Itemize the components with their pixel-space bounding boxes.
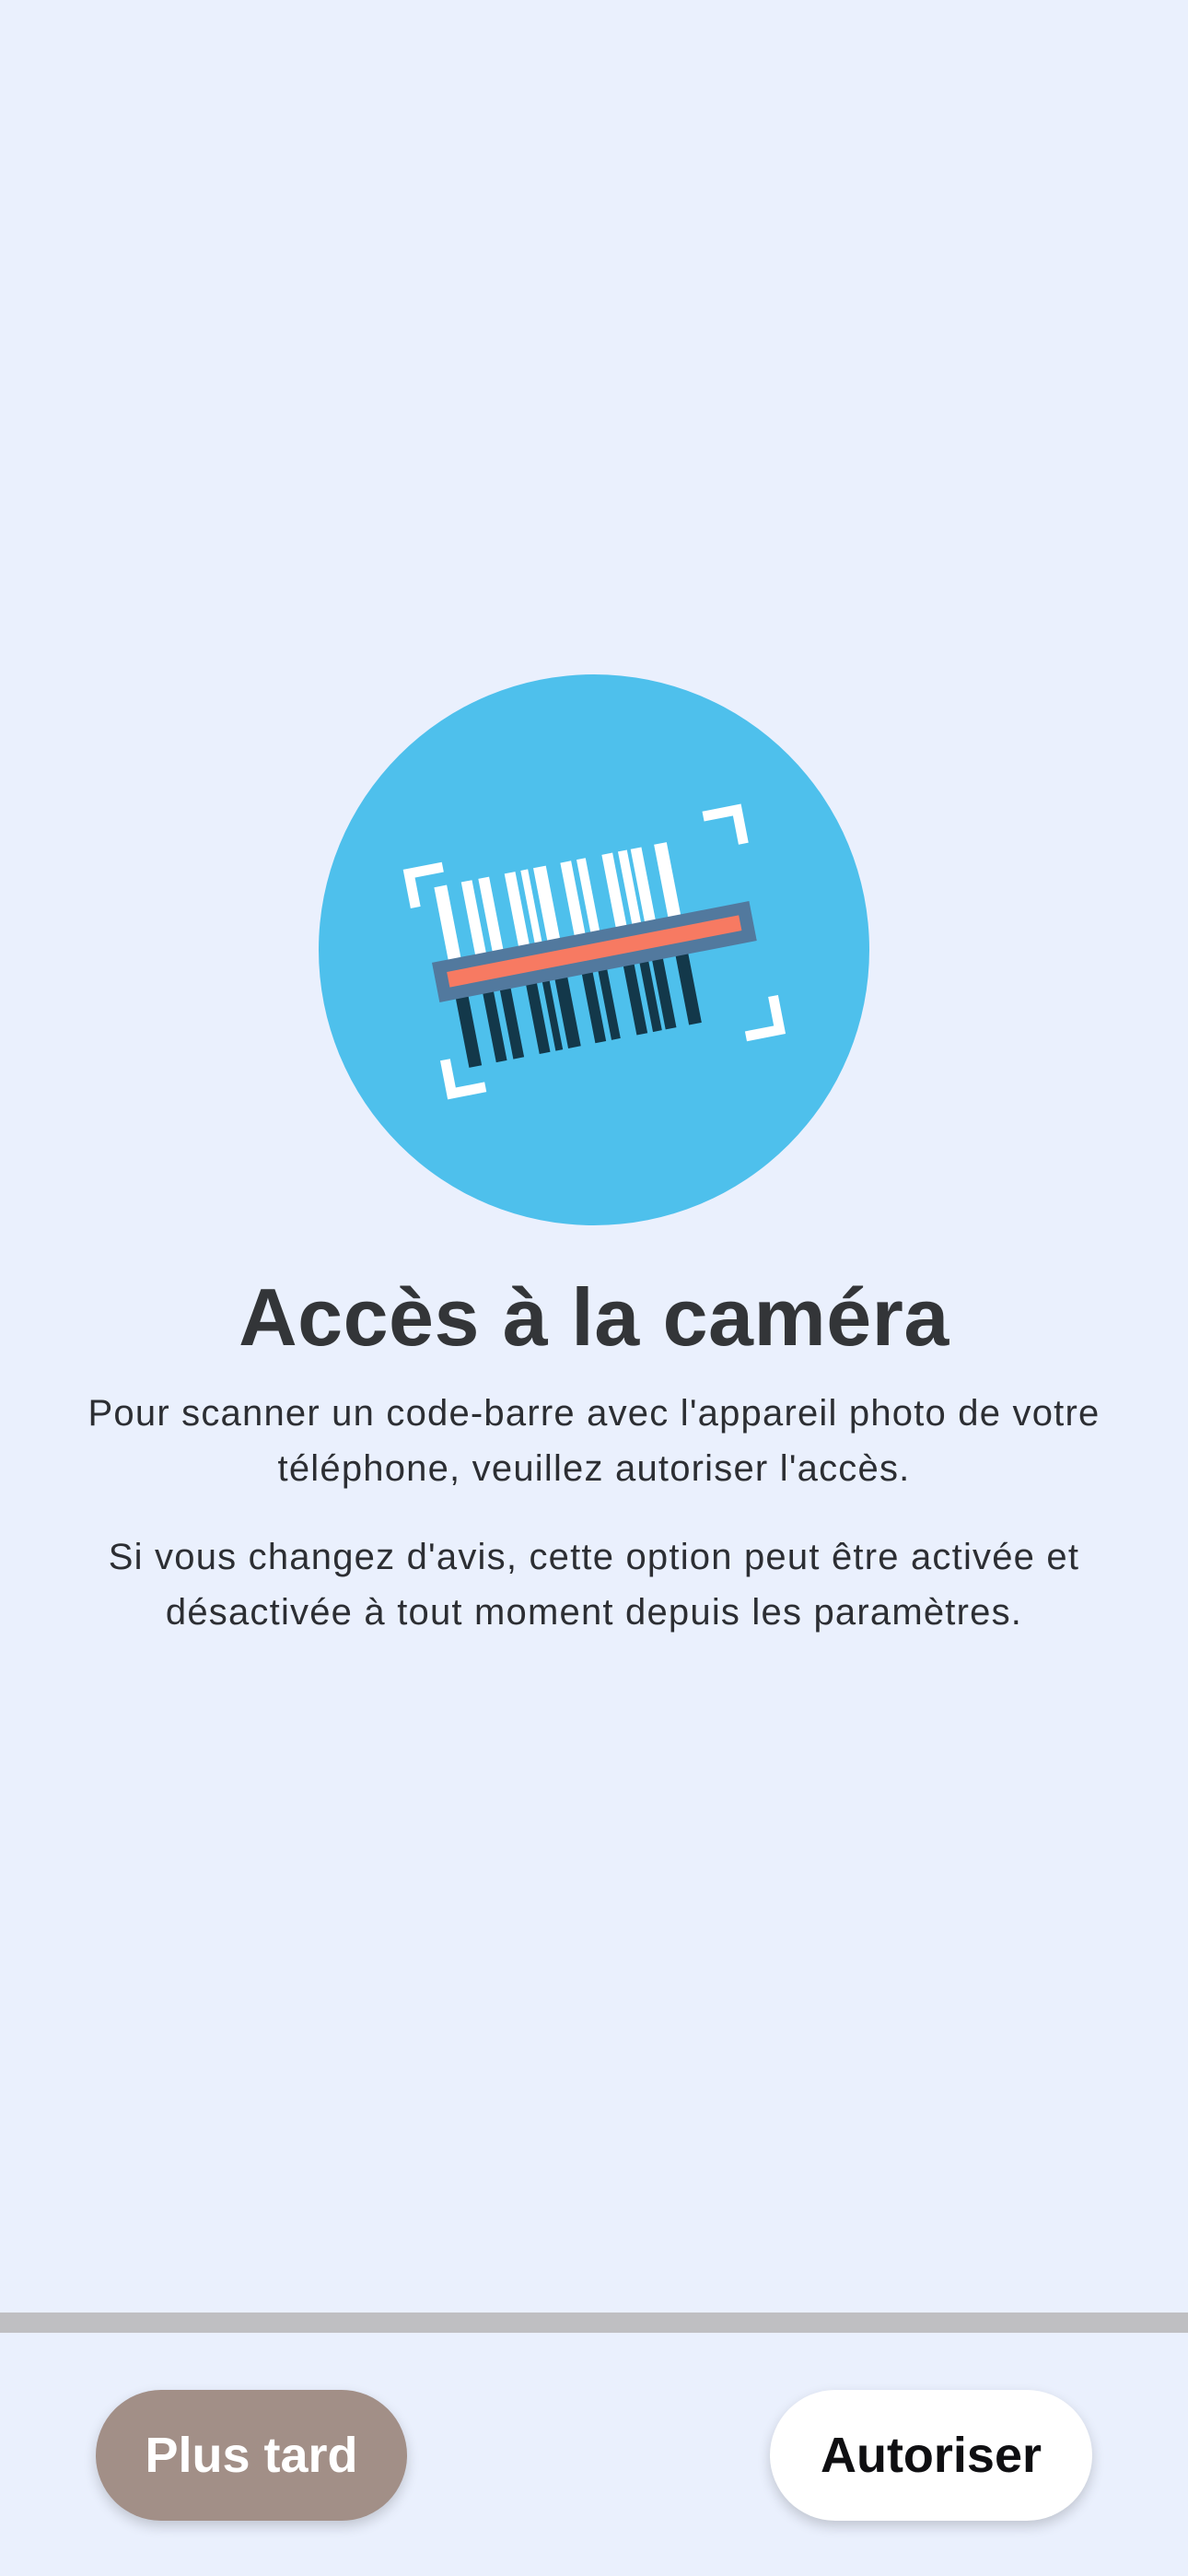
footer-divider (0, 2313, 1188, 2333)
camera-permission-screen: Accès à la caméra Pour scanner un code-b… (0, 0, 1188, 2576)
permission-explanation: Pour scanner un code-barre avec l'appare… (87, 1393, 1101, 1489)
page-title: Accès à la caméra (239, 1271, 949, 1363)
allow-button[interactable]: Autoriser (770, 2390, 1092, 2521)
later-button[interactable]: Plus tard (96, 2390, 407, 2521)
settings-note: Si vous changez d'avis, cette option peu… (108, 1537, 1080, 1633)
barcode-scanner-icon (319, 674, 869, 1225)
barcode-scanner-illustration (319, 674, 869, 1225)
